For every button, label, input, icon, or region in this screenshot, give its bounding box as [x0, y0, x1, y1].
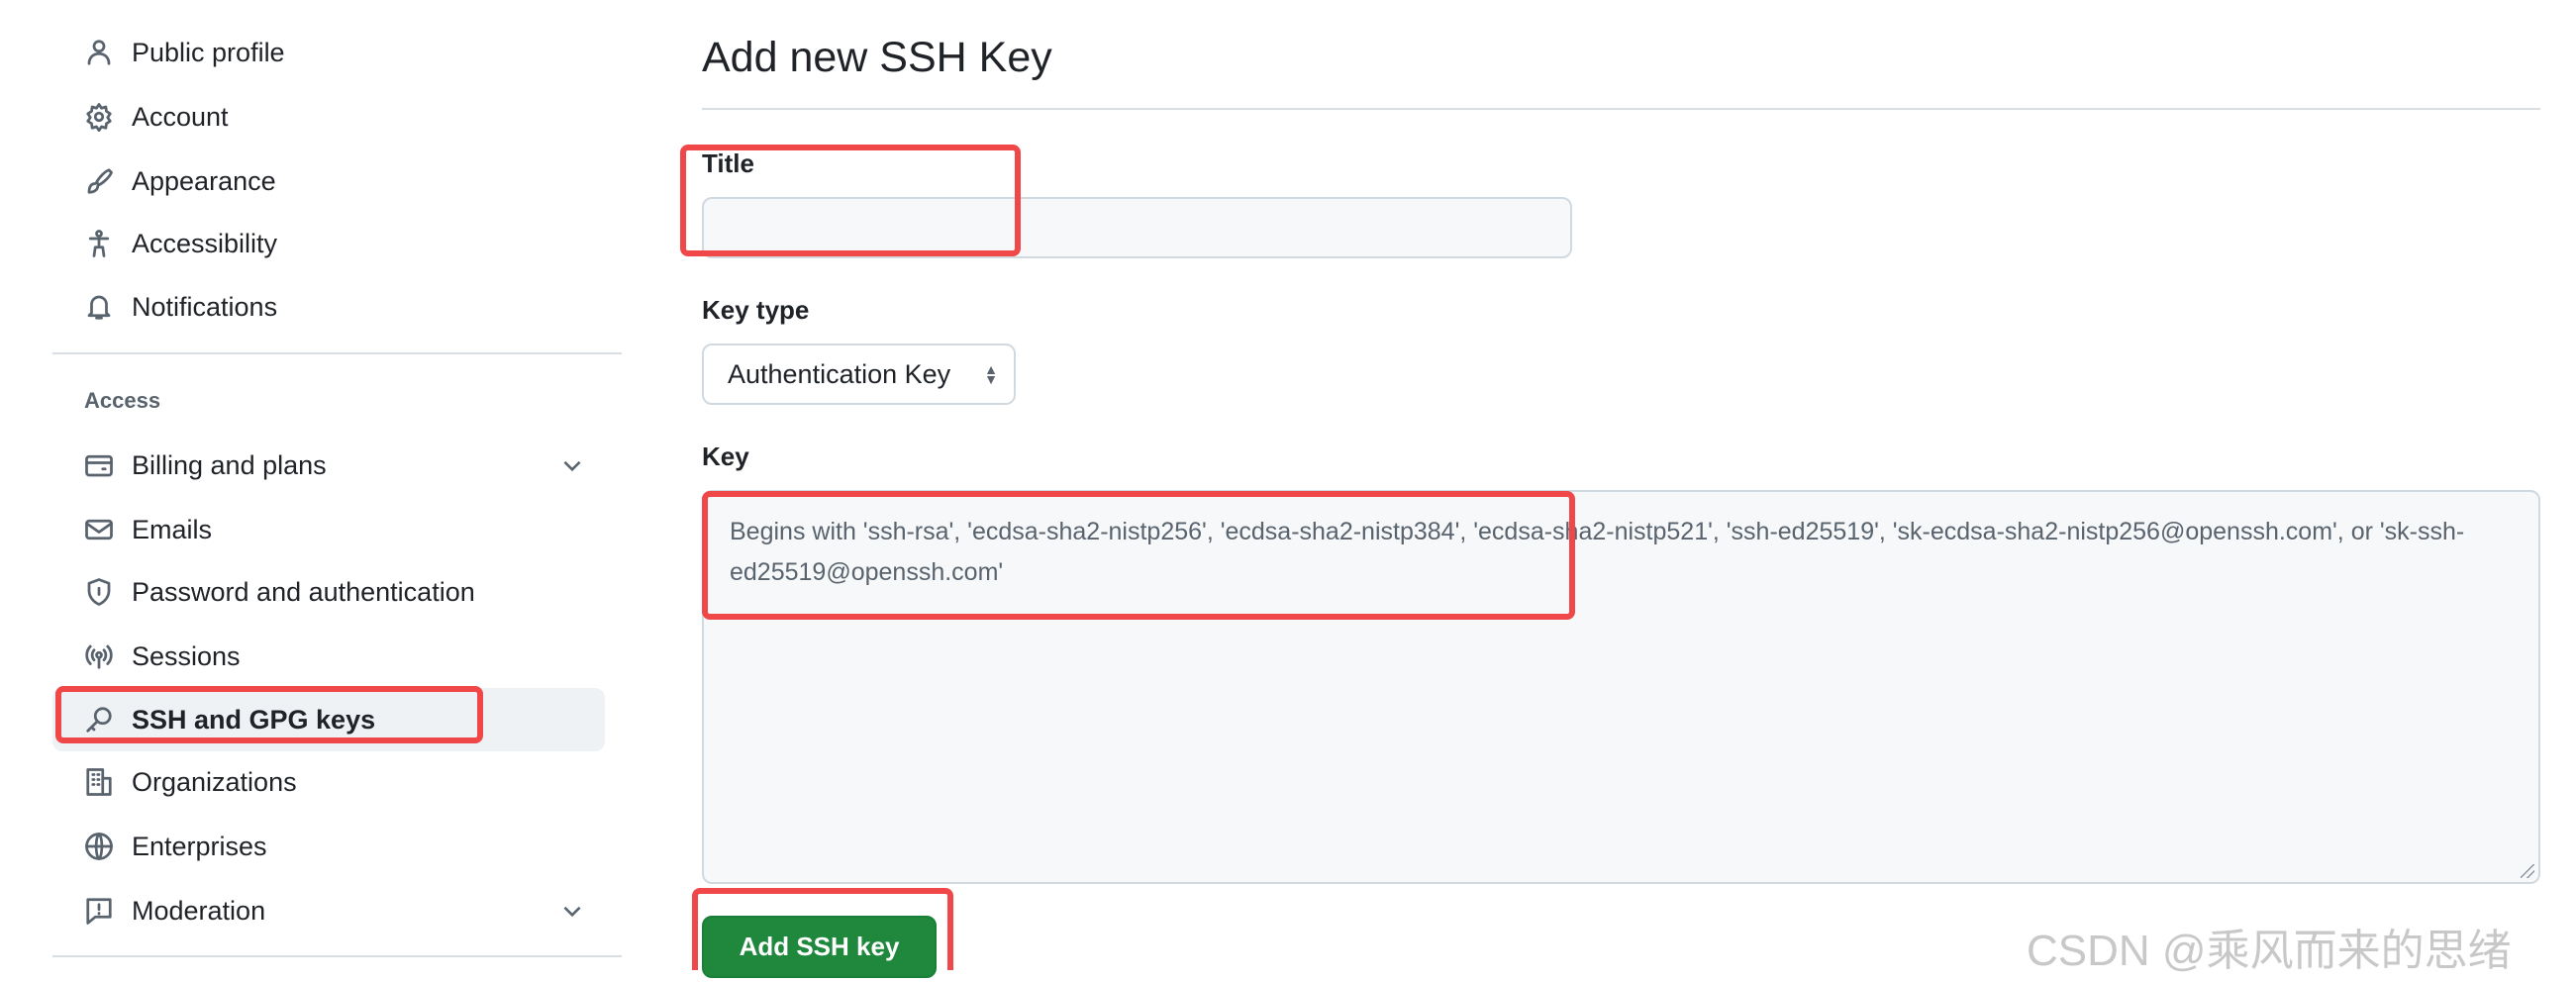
sidebar-item-emails[interactable]: Emails	[52, 499, 605, 560]
sidebar-item-label: Billing and plans	[132, 449, 327, 480]
key-textarea[interactable]: Begins with 'ssh-rsa', 'ecdsa-sha2-nistp…	[702, 490, 2540, 884]
sidebar-item-label: Accessibility	[132, 228, 278, 258]
gear-icon	[84, 102, 114, 132]
chevron-down-icon[interactable]	[559, 898, 585, 924]
sidebar-divider	[52, 955, 622, 957]
title-divider	[702, 108, 2540, 110]
key-type-label: Key type	[702, 295, 810, 325]
sidebar-item-organizations[interactable]: Organizations	[52, 751, 605, 813]
accessibility-icon	[84, 229, 114, 258]
sidebar-item-public-profile[interactable]: Public profile	[52, 22, 605, 83]
shield-lock-icon	[84, 577, 114, 607]
sidebar-item-enterprises[interactable]: Enterprises	[52, 816, 605, 877]
sidebar-item-password-and-authentication[interactable]: Password and authentication	[52, 561, 605, 623]
page-title: Add new SSH Key	[702, 34, 1052, 81]
key-type-select[interactable]: Authentication Key ▲ ▼	[702, 344, 1016, 405]
chevron-down-icon[interactable]	[559, 452, 585, 478]
select-arrows-icon: ▲ ▼	[984, 361, 998, 387]
organization-icon	[84, 767, 114, 797]
credit-card-icon	[84, 450, 114, 480]
key-label: Key	[702, 442, 749, 471]
sidebar-item-label: SSH and GPG keys	[132, 704, 376, 735]
sidebar-item-billing-and-plans[interactable]: Billing and plans	[52, 435, 605, 496]
key-type-selected: Authentication Key	[728, 358, 951, 389]
sidebar-item-label: Account	[132, 101, 229, 132]
key-icon	[84, 705, 114, 735]
sidebar-item-label: Appearance	[132, 165, 276, 196]
sidebar-item-label: Sessions	[132, 640, 241, 671]
sidebar-item-label: Public profile	[132, 37, 285, 67]
watermark: CSDN @乘风而来的思绪	[2027, 927, 2512, 975]
person-icon	[84, 38, 114, 67]
sidebar-item-label: Emails	[132, 514, 213, 544]
sidebar-item-accessibility[interactable]: Accessibility	[52, 213, 605, 274]
sidebar-item-label: Enterprises	[132, 831, 267, 861]
resize-handle-icon[interactable]	[2521, 864, 2534, 878]
paintbrush-icon	[84, 166, 114, 196]
globe-icon	[84, 832, 114, 861]
broadcast-icon	[84, 641, 114, 671]
sidebar-item-label: Organizations	[132, 766, 297, 797]
sidebar-item-label: Password and authentication	[132, 576, 475, 607]
mail-icon	[84, 515, 114, 544]
sidebar-section-heading: Access	[84, 388, 161, 413]
add-ssh-key-button[interactable]: Add SSH key	[702, 916, 937, 978]
sidebar-item-label: Moderation	[132, 895, 266, 926]
sidebar-item-appearance[interactable]: Appearance	[52, 150, 605, 212]
sidebar-item-notifications[interactable]: Notifications	[52, 276, 605, 338]
sidebar-item-account[interactable]: Account	[52, 86, 605, 147]
title-input[interactable]	[702, 197, 1572, 258]
report-icon	[84, 896, 114, 926]
sidebar-divider	[52, 352, 622, 354]
sidebar-item-label: Notifications	[132, 291, 278, 322]
sidebar-item-ssh-and-gpg-keys[interactable]: SSH and GPG keys	[52, 688, 605, 751]
bell-icon	[84, 292, 114, 322]
title-label: Title	[702, 148, 754, 178]
key-placeholder: Begins with 'ssh-rsa', 'ecdsa-sha2-nistp…	[730, 518, 2465, 586]
sidebar-item-sessions[interactable]: Sessions	[52, 626, 605, 687]
sidebar-item-moderation[interactable]: Moderation	[52, 880, 605, 941]
